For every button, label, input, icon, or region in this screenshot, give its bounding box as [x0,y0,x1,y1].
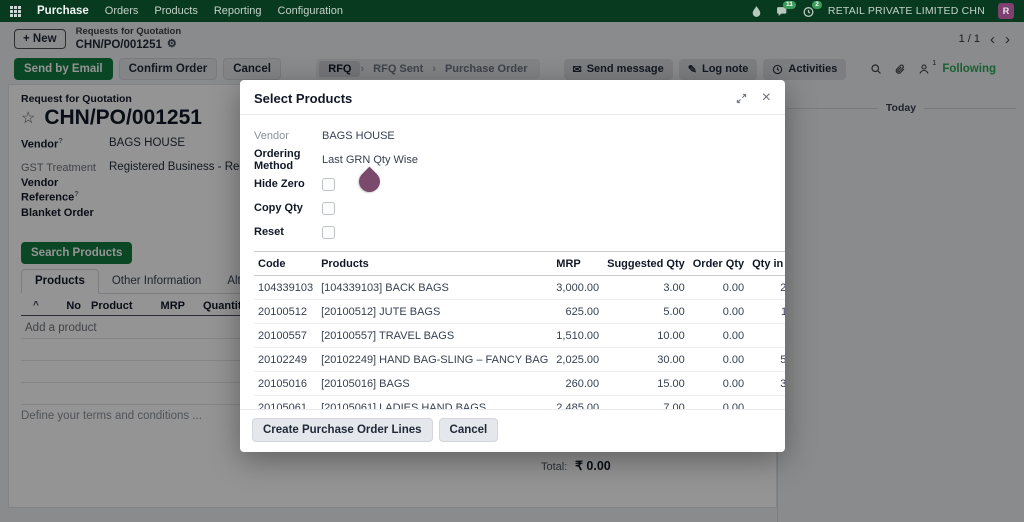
modal-footer: Create Purchase Order Lines Cancel [240,409,785,452]
cell-code: 20105016 [254,371,318,396]
cell-mrp: 625.00 [552,299,604,324]
close-icon[interactable]: × [762,90,771,106]
expand-icon[interactable] [736,93,747,104]
cell-order-qty: 0.00 [688,371,749,396]
modal-vendor-label: Vendor [254,130,289,142]
product-row[interactable]: 20102249 [20102249] HAND BAG-SLING – FAN… [254,347,785,372]
cell-order-qty: 0.00 [688,299,749,324]
cell-mrp: 260.00 [552,371,604,396]
products-table: Code Products MRP Suggested Qty Order Qt… [254,251,785,409]
drop-icon[interactable] [750,5,763,18]
modal-field-vendor: Vendor BAGS HOUSE [254,124,771,148]
cell-suggested-qty: 15.00 [603,371,689,396]
cell-product: [20105016] BAGS [317,371,553,396]
hide-zero-label: Hide Zero [254,178,305,190]
activities-clock-icon[interactable]: 2 [802,0,822,18]
cell-suggested-qty: 7.00 [603,395,689,409]
modal-vendor-value[interactable]: BAGS HOUSE [322,130,395,142]
column-qty-in-hand[interactable]: Qty in Hand [748,251,785,276]
product-row[interactable]: 20100557 [20100557] TRAVEL BAGS 1,510.00… [254,323,785,348]
products-table-header: Code Products MRP Suggested Qty Order Qt… [254,251,785,276]
product-row[interactable]: 20105016 [20105016] BAGS 260.00 15.00 0.… [254,371,785,396]
cell-code: 104339103 [254,275,318,300]
menu-purchase[interactable]: Purchase [37,5,89,17]
cell-product: [104339103] BACK BAGS [317,275,553,300]
messages-icon[interactable]: 11 [776,0,796,18]
reset-label: Reset [254,226,284,238]
cell-order-qty: 0.00 [688,275,749,300]
cell-suggested-qty: 5.00 [603,299,689,324]
menu-configuration[interactable]: Configuration [278,5,343,17]
cell-mrp: 2,025.00 [552,347,604,372]
menu-orders[interactable]: Orders [105,5,139,17]
column-products[interactable]: Products [317,251,553,276]
copy-qty-checkbox[interactable] [322,201,335,215]
hide-zero-checkbox[interactable] [322,177,335,191]
apps-grid-icon[interactable] [10,5,21,17]
company-switcher[interactable]: RETAIL PRIVATE LIMITED CHN [828,5,985,17]
product-row[interactable]: 104339103 [104339103] BACK BAGS 3,000.00… [254,275,785,300]
menu-products[interactable]: Products [154,5,197,17]
cell-product: [20102249] HAND BAG-SLING – FANCY BAG [317,347,553,372]
product-row[interactable]: 20105061 [20105061] LADIES HAND BAGS 2,4… [254,395,785,409]
cell-code: 20105061 [254,395,318,409]
product-row[interactable]: 20100512 [20100512] JUTE BAGS 625.00 5.0… [254,299,785,324]
cell-product: [20100512] JUTE BAGS [317,299,553,324]
cell-qty-in-hand: 20.00 [748,323,785,348]
cell-qty-in-hand: 585.00 [748,347,785,372]
cell-order-qty: 0.00 [688,323,749,348]
modal-field-hide-zero: Hide Zero [254,172,771,196]
cell-mrp: 3,000.00 [552,275,604,300]
cell-mrp: 1,510.00 [552,323,604,348]
cell-code: 20102249 [254,347,318,372]
cell-product: [20100557] TRAVEL BAGS [317,323,553,348]
modal-header: Select Products × [240,80,785,115]
select-products-modal: Select Products × Vendor BAGS HOUSE Orde… [240,80,785,452]
cell-mrp: 2,485.00 [552,395,604,409]
modal-cancel-button[interactable]: Cancel [438,418,499,442]
cell-order-qty: 0.00 [688,347,749,372]
modal-field-copy-qty: Copy Qty [254,196,771,220]
ordering-method-label: Ordering Method [254,148,301,172]
top-navbar: Purchase Orders Products Reporting Confi… [0,0,1024,22]
copy-qty-label: Copy Qty [254,202,303,214]
column-suggested-qty[interactable]: Suggested Qty [603,251,689,276]
cell-qty-in-hand: 248.00 [748,275,785,300]
odoo-purchase-app: Purchase Orders Products Reporting Confi… [0,0,1024,522]
modal-title: Select Products [254,90,353,106]
column-order-qty[interactable]: Order Qty [688,251,749,276]
modal-field-ordering-method: Ordering Method Last GRN Qty Wise [254,148,771,172]
ordering-method-select[interactable]: Last GRN Qty Wise [322,154,418,166]
cell-suggested-qty: 10.00 [603,323,689,348]
column-code[interactable]: Code [254,251,318,276]
cell-suggested-qty: 3.00 [603,275,689,300]
activities-badge: 2 [812,0,822,9]
menu-reporting[interactable]: Reporting [214,5,262,17]
cell-qty-in-hand: 115.00 [748,299,785,324]
cell-suggested-qty: 30.00 [603,347,689,372]
user-avatar[interactable]: R [998,3,1014,19]
cell-qty-in-hand: 43.00 [748,395,785,409]
cell-code: 20100557 [254,323,318,348]
cell-product: [20105061] LADIES HAND BAGS [317,395,553,409]
cell-order-qty: 0.00 [688,395,749,409]
reset-checkbox[interactable] [322,225,335,239]
messages-badge: 11 [783,0,796,9]
cell-code: 20100512 [254,299,318,324]
modal-body: Vendor BAGS HOUSE Ordering Method Last G… [240,115,785,409]
column-mrp[interactable]: MRP [552,251,604,276]
cell-qty-in-hand: 357.00 [748,371,785,396]
create-purchase-order-lines-button[interactable]: Create Purchase Order Lines [252,418,433,442]
modal-field-reset: Reset [254,220,771,244]
